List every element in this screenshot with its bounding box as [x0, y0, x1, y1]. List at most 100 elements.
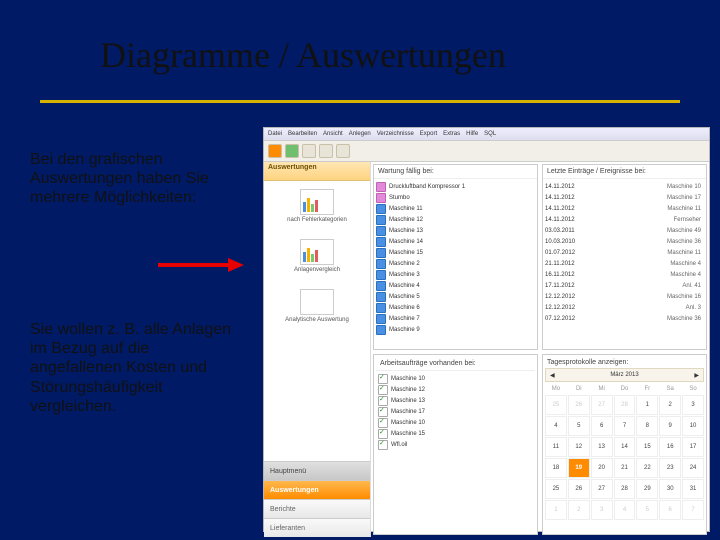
cal-day[interactable]: 27 — [591, 395, 613, 415]
menu-item[interactable]: Datei — [268, 131, 282, 137]
list-item[interactable]: Maschine 12 — [376, 214, 535, 225]
cal-day[interactable]: 19 — [568, 458, 590, 478]
cal-day[interactable]: 11 — [545, 437, 567, 457]
list-item[interactable]: 17.11.2012Anl. 41 — [545, 280, 704, 291]
sidebar-nav-button[interactable]: Auswertungen — [264, 480, 370, 499]
cal-day[interactable]: 20 — [591, 458, 613, 478]
toolbar-button[interactable] — [319, 144, 333, 158]
cal-day[interactable]: 31 — [682, 479, 704, 499]
cal-day[interactable]: 17 — [682, 437, 704, 457]
list-item[interactable]: Maschine 10 — [378, 417, 533, 428]
cal-day[interactable]: 23 — [659, 458, 681, 478]
list-item[interactable]: Maschine 10 — [378, 373, 533, 384]
cal-next-icon[interactable]: ▶ — [694, 372, 699, 379]
list-item[interactable]: Maschine 4 — [376, 280, 535, 291]
sidebar-item[interactable]: Anlagenvergleich — [264, 231, 370, 281]
list-item[interactable]: 10.03.2010Maschine 36 — [545, 236, 704, 247]
cal-day[interactable]: 3 — [682, 395, 704, 415]
sidebar-nav-button[interactable]: Hauptmenü — [264, 461, 370, 480]
list-item[interactable]: Maschine 3 — [376, 269, 535, 280]
cal-day[interactable]: 4 — [545, 416, 567, 436]
cal-day[interactable]: 5 — [636, 500, 658, 520]
toolbar-button[interactable] — [285, 144, 299, 158]
toolbar-button[interactable] — [268, 144, 282, 158]
cal-day[interactable]: 9 — [659, 416, 681, 436]
list-item[interactable]: Maschine 11 — [376, 203, 535, 214]
list-item[interactable]: 03.03.2011Maschine 49 — [545, 225, 704, 236]
list-item[interactable]: 16.11.2012Maschine 4 — [545, 269, 704, 280]
list-item[interactable]: Maschine 13 — [378, 395, 533, 406]
list-item[interactable]: Stumbo — [376, 192, 535, 203]
sidebar-nav-button[interactable]: Lieferanten — [264, 518, 370, 537]
cal-day[interactable]: 1 — [636, 395, 658, 415]
menu-item[interactable]: Anlegen — [349, 131, 371, 137]
cal-day[interactable]: 1 — [545, 500, 567, 520]
list-item[interactable]: Maschine 2 — [376, 258, 535, 269]
cal-day[interactable]: 2 — [568, 500, 590, 520]
cal-day[interactable]: 7 — [682, 500, 704, 520]
list-item[interactable]: Maschine 5 — [376, 291, 535, 302]
list-item[interactable]: Maschine 12 — [378, 384, 533, 395]
cal-day[interactable]: 15 — [636, 437, 658, 457]
list-item[interactable]: 01.07.2012Maschine 11 — [545, 247, 704, 258]
sidebar-item[interactable]: Analytische Auswertung — [264, 281, 370, 331]
cal-day[interactable]: 12 — [568, 437, 590, 457]
sidebar-nav-button[interactable]: Berichte — [264, 499, 370, 518]
toolbar-button[interactable] — [302, 144, 316, 158]
cal-day[interactable]: 8 — [636, 416, 658, 436]
list-item[interactable]: 12.12.2012Maschine 16 — [545, 291, 704, 302]
cal-day[interactable]: 27 — [591, 479, 613, 499]
menu-item[interactable]: SQL — [484, 131, 496, 137]
cal-day[interactable]: 18 — [545, 458, 567, 478]
cal-day[interactable]: 24 — [682, 458, 704, 478]
cal-day[interactable]: 28 — [614, 395, 636, 415]
list-item[interactable]: 21.11.2012Maschine 4 — [545, 258, 704, 269]
menu-item[interactable]: Ansicht — [323, 131, 343, 137]
list-item[interactable]: 14.11.2012Maschine 10 — [545, 181, 704, 192]
list-item[interactable]: Maschine 13 — [376, 225, 535, 236]
menu-item[interactable]: Extras — [443, 131, 460, 137]
cal-day[interactable]: 22 — [636, 458, 658, 478]
toolbar-button[interactable] — [336, 144, 350, 158]
cal-day[interactable]: 2 — [659, 395, 681, 415]
list-item[interactable]: Maschine 7 — [376, 313, 535, 324]
list-item[interactable]: 14.11.2012Maschine 17 — [545, 192, 704, 203]
cal-day[interactable]: 21 — [614, 458, 636, 478]
list-item[interactable]: Maschine 6 — [376, 302, 535, 313]
cal-day[interactable]: 29 — [636, 479, 658, 499]
cal-day[interactable]: 10 — [682, 416, 704, 436]
cal-day[interactable]: 26 — [568, 479, 590, 499]
cal-day[interactable]: 7 — [614, 416, 636, 436]
cal-day[interactable]: 14 — [614, 437, 636, 457]
list-item[interactable]: 07.12.2012Maschine 36 — [545, 313, 704, 324]
cal-day[interactable]: 16 — [659, 437, 681, 457]
list-item[interactable]: Maschine 9 — [376, 324, 535, 335]
sidebar-item[interactable]: nach Fehlerkategorien — [264, 181, 370, 231]
list-item[interactable]: 14.11.2012Fernseher — [545, 214, 704, 225]
cal-day[interactable]: 6 — [659, 500, 681, 520]
menu-item[interactable]: Bearbeiten — [288, 131, 317, 137]
cal-day[interactable]: 3 — [591, 500, 613, 520]
cal-day[interactable]: 30 — [659, 479, 681, 499]
list-item[interactable]: 12.12.2012Anl. 3 — [545, 302, 704, 313]
cal-day[interactable]: 26 — [568, 395, 590, 415]
list-item[interactable]: Druckluftband Kompressor 1 — [376, 181, 535, 192]
cal-day[interactable]: 4 — [614, 500, 636, 520]
cal-day[interactable]: 28 — [614, 479, 636, 499]
menu-item[interactable]: Verzeichnisse — [377, 131, 414, 137]
list-item[interactable]: Maschine 17 — [378, 406, 533, 417]
cal-day[interactable]: 25 — [545, 479, 567, 499]
list-item[interactable]: 14.11.2012Maschine 11 — [545, 203, 704, 214]
list-item[interactable]: Wfl.oil — [378, 439, 533, 450]
cal-prev-icon[interactable]: ◀ — [550, 372, 555, 379]
list-item[interactable]: Maschine 15 — [376, 247, 535, 258]
cal-day[interactable]: 6 — [591, 416, 613, 436]
machine-icon — [376, 281, 386, 291]
menu-item[interactable]: Export — [420, 131, 437, 137]
cal-day[interactable]: 13 — [591, 437, 613, 457]
cal-day[interactable]: 25 — [545, 395, 567, 415]
menu-item[interactable]: Hilfe — [466, 131, 478, 137]
list-item[interactable]: Maschine 15 — [378, 428, 533, 439]
cal-day[interactable]: 5 — [568, 416, 590, 436]
list-item[interactable]: Maschine 14 — [376, 236, 535, 247]
